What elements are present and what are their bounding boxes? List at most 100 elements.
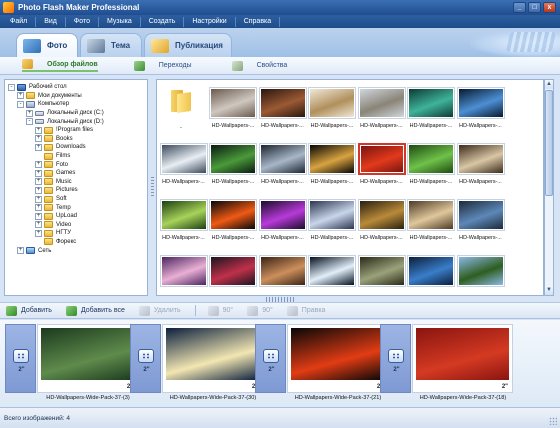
tree-node-foto[interactable]: + Foto — [8, 160, 147, 169]
timeline-slide[interactable]: 2" HD-Wallpapers-Wide-Pack-37-(30) — [162, 324, 263, 402]
transition-slot[interactable]: 2" — [380, 324, 411, 393]
photo-thumbnail[interactable] — [357, 143, 406, 175]
photo-thumbnail[interactable] — [407, 199, 455, 231]
photo-thumbnail[interactable] — [357, 255, 406, 287]
expand-toggle[interactable]: + — [35, 143, 42, 151]
photo-thumbnail[interactable] — [258, 87, 307, 119]
photo-thumbnail[interactable] — [407, 143, 455, 175]
transition-slot[interactable]: 2" — [130, 324, 161, 393]
timeline-slide[interactable]: 2" HD-Wallpapers-Wide-Pack-37-(3) — [37, 324, 138, 402]
expand-toggle[interactable]: + — [35, 126, 42, 134]
thumbnail-grid[interactable]: .. HD-Wallpapers-... HD-Wallpapers-... HD-… — [156, 79, 544, 296]
tree-node-video[interactable]: + Video — [8, 221, 147, 230]
tree-node-my-documents[interactable]: + Мои документы — [8, 92, 147, 101]
grid-scrollbar[interactable]: ▲ ▼ — [544, 79, 554, 296]
add-button[interactable]: Добавить — [6, 305, 52, 316]
tree-node-soft[interactable]: + Soft — [8, 195, 147, 204]
photo-thumbnail[interactable] — [308, 143, 356, 175]
menu-music[interactable]: Музыка — [99, 16, 141, 27]
menu-help[interactable]: Справка — [236, 16, 281, 27]
tree-node-books[interactable]: + Books — [8, 135, 147, 144]
photo-thumbnail[interactable] — [407, 87, 455, 119]
photo-thumbnail[interactable] — [159, 199, 208, 231]
photo-thumbnail[interactable] — [258, 143, 307, 175]
subtab-properties[interactable]: Свойства — [231, 60, 287, 71]
folder-tree[interactable]: - Рабочий стол + Мои документы - Компьют… — [4, 79, 148, 296]
photo-thumbnail[interactable] — [308, 87, 356, 119]
transition-slot[interactable]: 2" — [5, 324, 36, 393]
rotate-right-button[interactable]: 90° — [247, 305, 273, 316]
maximize-button[interactable]: □ — [528, 2, 541, 13]
expand-toggle[interactable]: + — [26, 109, 33, 117]
photo-thumbnail[interactable] — [209, 255, 257, 287]
timeline-slide[interactable]: 2" HD-Wallpapers-Wide-Pack-37-(18) — [412, 324, 513, 402]
collapse-toggle[interactable]: - — [17, 100, 24, 108]
photo-thumbnail[interactable] — [209, 143, 257, 175]
tree-node-temp[interactable]: + Temp — [8, 203, 147, 212]
tree-node-computer[interactable]: - Компьютер — [8, 100, 147, 109]
expand-toggle[interactable]: + — [35, 212, 42, 220]
expand-toggle[interactable]: + — [35, 161, 42, 169]
expand-toggle[interactable]: + — [35, 186, 42, 194]
tree-node-desktop[interactable]: - Рабочий стол — [8, 83, 147, 92]
photo-thumbnail[interactable] — [456, 199, 505, 231]
tree-node-pictures[interactable]: + Pictures — [8, 186, 147, 195]
photo-thumbnail[interactable] — [258, 255, 307, 287]
tree-node-downloads[interactable]: + Downloads — [8, 143, 147, 152]
close-button[interactable]: x — [543, 2, 556, 13]
collapse-toggle[interactable]: - — [8, 83, 15, 91]
photo-thumbnail[interactable] — [258, 199, 307, 231]
menu-file[interactable]: Файл — [0, 16, 37, 27]
photo-thumbnail[interactable] — [407, 255, 455, 287]
transition-slot[interactable]: 2" — [255, 324, 286, 393]
rotate-left-button[interactable]: 90° — [207, 305, 233, 316]
scroll-down-icon[interactable]: ▼ — [545, 286, 553, 295]
tree-node-drive-c[interactable]: + Локальный диск (C:) — [8, 109, 147, 118]
edit-button[interactable]: Правка — [286, 305, 325, 316]
scroll-thumb[interactable] — [545, 90, 553, 196]
menu-create[interactable]: Создать — [141, 16, 185, 27]
menu-photo[interactable]: Фото — [66, 16, 99, 27]
tree-node-music[interactable]: + Music — [8, 178, 147, 187]
photo-thumbnail[interactable] — [456, 87, 505, 119]
tree-node-network[interactable]: + Сеть — [8, 246, 147, 255]
collapse-toggle[interactable]: - — [26, 118, 33, 126]
tree-node-ngtu[interactable]: + НГТУ — [8, 229, 147, 238]
photo-thumbnail[interactable] — [357, 87, 406, 119]
expand-toggle[interactable]: + — [35, 221, 42, 229]
parent-folder-icon[interactable] — [169, 90, 193, 113]
slide-timeline[interactable]: 2" 2" HD-Wallpapers-Wide-Pack-37-(3) 2" 2" HD… — [0, 320, 560, 408]
expand-toggle[interactable]: + — [35, 195, 42, 203]
expand-toggle[interactable]: + — [35, 178, 42, 186]
delete-button[interactable]: Удалить — [138, 305, 181, 316]
tree-node-upload[interactable]: + UpLoad — [8, 212, 147, 221]
expand-toggle[interactable]: + — [35, 135, 42, 143]
photo-thumbnail[interactable] — [357, 199, 406, 231]
photo-thumbnail[interactable] — [209, 199, 257, 231]
subtab-browse-files[interactable]: Обзор файлов — [22, 59, 98, 72]
photo-thumbnail[interactable] — [308, 255, 356, 287]
photo-thumbnail[interactable] — [456, 255, 505, 287]
expand-toggle[interactable]: + — [17, 92, 24, 100]
photo-thumbnail[interactable] — [456, 143, 505, 175]
tree-node-program-files[interactable]: + !Program files — [8, 126, 147, 135]
tree-node-games[interactable]: + Games — [8, 169, 147, 178]
tree-node-films[interactable]: Films — [8, 152, 147, 161]
scroll-up-icon[interactable]: ▲ — [545, 80, 553, 89]
menu-view[interactable]: Вид — [36, 16, 66, 27]
expand-toggle[interactable]: + — [35, 204, 42, 212]
add-all-button[interactable]: Добавить все — [65, 305, 125, 316]
photo-thumbnail[interactable] — [308, 199, 356, 231]
minimize-button[interactable]: _ — [513, 2, 526, 13]
tree-splitter-handle[interactable] — [150, 79, 155, 296]
expand-toggle[interactable]: + — [17, 247, 24, 255]
resize-grip-icon[interactable] — [549, 417, 557, 425]
tab-photo[interactable]: Фото — [16, 33, 78, 57]
photo-thumbnail[interactable] — [209, 87, 257, 119]
photo-thumbnail[interactable] — [159, 143, 208, 175]
menu-settings[interactable]: Настройки — [184, 16, 236, 27]
photo-thumbnail[interactable] — [159, 255, 208, 287]
expand-toggle[interactable]: + — [35, 229, 42, 237]
tree-node-drive-d[interactable]: - Локальный диск (D:) — [8, 117, 147, 126]
subtab-transitions[interactable]: Переходы — [133, 60, 192, 71]
